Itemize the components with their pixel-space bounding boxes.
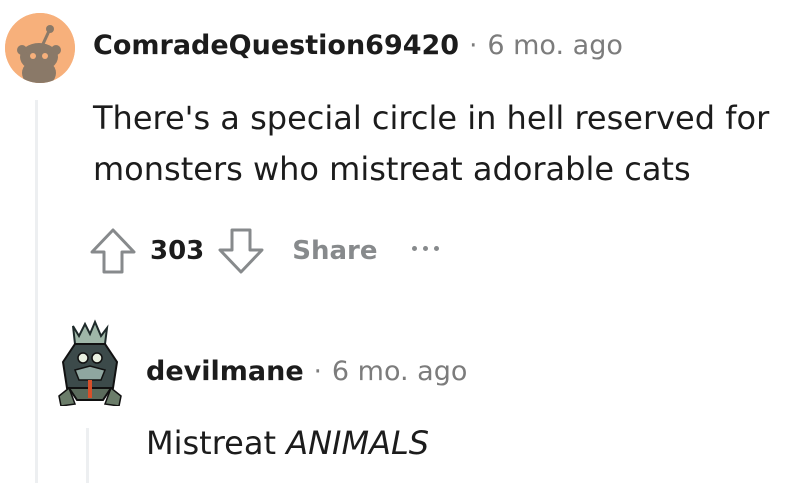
avatar[interactable] [5, 13, 75, 83]
username[interactable]: ComradeQuestion69420 [93, 30, 459, 61]
more-options-icon[interactable] [411, 245, 439, 251]
upvote-arrow-icon [90, 228, 136, 274]
reply-timestamp[interactable]: 6 mo. ago [332, 356, 467, 387]
reply-avatar[interactable] [55, 318, 125, 406]
downvote-arrow-icon [218, 228, 264, 274]
comment-body: There's a special circle in hell reserve… [93, 99, 770, 188]
share-button[interactable]: Share [292, 236, 377, 266]
reply-header: devilmane · 6 mo. ago [146, 356, 467, 387]
separator-dot: · [469, 31, 478, 61]
armored-character-avatar-icon [58, 319, 122, 406]
thread-line[interactable] [35, 100, 38, 483]
reply-body: Mistreat ANIMALS [146, 418, 429, 469]
vote-count: 303 [150, 236, 205, 266]
reply-separator-dot: · [313, 357, 322, 387]
snoo-avatar-icon [5, 13, 75, 83]
comment-actions: 303 Share [88, 224, 439, 278]
comment-header: ComradeQuestion69420 · 6 mo. ago [93, 30, 623, 61]
reply-body-text: Mistreat [146, 424, 277, 462]
upvote-button[interactable] [88, 226, 138, 276]
reply-username[interactable]: devilmane [146, 356, 304, 387]
timestamp[interactable]: 6 mo. ago [487, 30, 622, 61]
downvote-button[interactable] [216, 226, 266, 276]
reply-thread-line[interactable] [86, 428, 89, 483]
reply-body-emphasis: ANIMALS [286, 424, 430, 462]
